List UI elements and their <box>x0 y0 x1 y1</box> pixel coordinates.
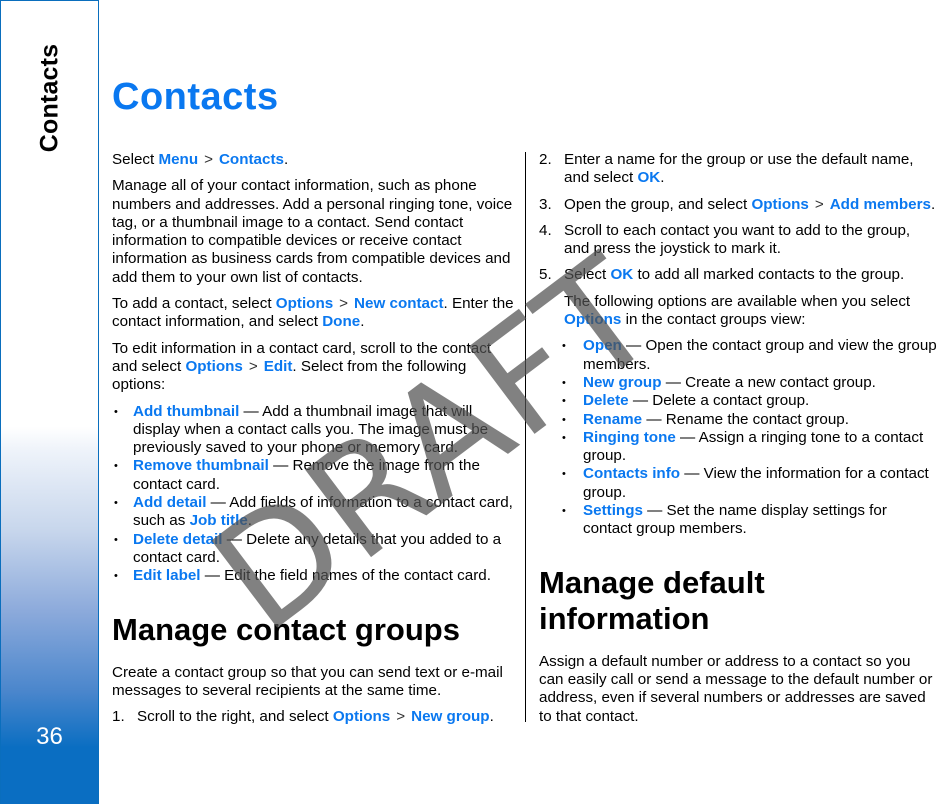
list-item: Ringing tone — Assign a ringing tone to … <box>539 429 939 466</box>
left-column: Select Menu > Contacts. Manage all of your… <box>112 151 520 734</box>
done-link[interactable]: Done <box>322 313 360 330</box>
new-contact-link[interactable]: New contact <box>354 295 443 312</box>
options-link[interactable]: Options <box>751 196 808 213</box>
text: . <box>930 195 936 213</box>
list-item: Delete detail — Delete any details that … <box>112 531 520 568</box>
text: — Create a new contact group. <box>661 373 876 391</box>
text: to add all marked contacts to the group. <box>633 266 905 284</box>
path-separator: > <box>248 357 258 375</box>
right-column: 2. Enter a name for the group or use the … <box>539 151 939 734</box>
menu-link[interactable]: Menu <box>158 151 198 168</box>
edit-label-link[interactable]: Edit label <box>133 567 201 584</box>
rename-link[interactable]: Rename <box>583 411 642 428</box>
step-number: 4. <box>539 221 552 239</box>
text: . <box>247 512 253 530</box>
add-detail-link[interactable]: Add detail <box>133 494 206 511</box>
chapter-label: Contacts <box>35 43 64 153</box>
step-number: 1. <box>112 708 125 726</box>
path-separator: > <box>396 708 406 726</box>
open-link[interactable]: Open <box>583 337 622 354</box>
step-item: 3. Open the group, and select Options > Add… <box>539 196 939 214</box>
text: — Rename the contact group. <box>642 410 849 428</box>
text: Open the group, and select <box>564 195 752 213</box>
list-item: Rename — Rename the contact group. <box>539 410 939 430</box>
options-link[interactable]: Options <box>333 708 390 725</box>
ringing-tone-link[interactable]: Ringing tone <box>583 429 676 446</box>
path-separator: > <box>204 151 213 168</box>
remove-thumbnail-link[interactable]: Remove thumbnail <box>133 457 269 474</box>
contacts-info-link[interactable]: Contacts info <box>583 465 680 482</box>
options-link[interactable]: Options <box>276 295 333 312</box>
text: Select <box>564 266 611 284</box>
list-item: Remove thumbnail — Remove the image from… <box>112 457 520 494</box>
edit-contact-paragraph: To edit information in a contact card, s… <box>112 340 520 395</box>
contact-groups-intro: Create a contact group so that you can s… <box>112 663 503 699</box>
step-item: 1. Scroll to the right, and select Option… <box>112 708 520 726</box>
step-number: 5. <box>539 266 552 284</box>
path-separator: > <box>339 295 349 313</box>
section-heading-default-info: Manage default information <box>539 564 765 636</box>
list-item: Contacts info — View the information for… <box>539 465 939 502</box>
text: Enter a name for the group or use the de… <box>564 151 914 187</box>
chapter-sidebar: Contacts 36 <box>0 0 99 804</box>
text: Select <box>112 151 159 168</box>
delete-detail-link[interactable]: Delete detail <box>133 531 222 548</box>
ok-link[interactable]: OK <box>610 266 633 283</box>
default-info-paragraph: Assign a default number or address to a … <box>539 652 933 725</box>
settings-link[interactable]: Settings <box>583 502 643 519</box>
step-item: 5. Select OK to add all marked contacts t… <box>539 266 939 284</box>
text: . <box>489 708 494 726</box>
text: — Open the contact group and view the gr… <box>583 337 937 373</box>
step-number: 3. <box>539 195 552 213</box>
ok-link[interactable]: OK <box>637 169 660 186</box>
list-item: New group — Create a new contact group. <box>539 373 939 393</box>
step-item: 2. Enter a name for the group or use the … <box>539 151 939 188</box>
text: To add a contact, select <box>112 295 276 313</box>
list-item: Settings — Set the name display settings… <box>539 502 939 539</box>
add-contact-paragraph: To add a contact, select Options > New con… <box>112 295 520 332</box>
text: . <box>360 313 365 331</box>
new-group-link[interactable]: New group <box>411 708 489 725</box>
add-thumbnail-link[interactable]: Add thumbnail <box>133 403 239 420</box>
list-item: Add detail — Add fields of information t… <box>112 494 520 531</box>
text: — Edit the field names of the contact ca… <box>200 567 491 585</box>
list-item: Delete — Delete a contact group. <box>539 392 939 411</box>
contacts-link[interactable]: Contacts <box>219 151 284 168</box>
text: . <box>660 169 665 187</box>
job-title-link[interactable]: Job title <box>190 512 248 529</box>
overview-paragraph: Manage all of your contact information, … <box>112 177 513 286</box>
text: The following options are available when… <box>564 292 911 310</box>
section-heading-contact-groups: Manage contact groups <box>112 611 460 647</box>
group-options-list: Open — Open the contact group and view t… <box>539 337 939 538</box>
list-item: Edit label — Edit the field names of the… <box>112 567 520 586</box>
edit-options-list: Add thumbnail — Add a thumbnail image th… <box>112 403 520 586</box>
edit-link[interactable]: Edit <box>264 358 293 375</box>
list-item: Open — Open the contact group and view t… <box>539 337 939 374</box>
options-link[interactable]: Options <box>564 311 621 328</box>
group-options-intro: The following options are available when… <box>539 293 939 330</box>
intro-paragraph: Select Menu > Contacts. <box>112 151 520 169</box>
add-members-link[interactable]: Add members <box>830 196 931 213</box>
new-group-link[interactable]: New group <box>583 374 661 391</box>
column-divider <box>525 152 526 722</box>
page-number: 36 <box>36 723 63 750</box>
group-steps-list: 1. Scroll to the right, and select Option… <box>112 708 520 726</box>
options-link[interactable]: Options <box>185 358 242 375</box>
path-separator: > <box>814 195 824 213</box>
text: in the contact groups view: <box>621 311 806 329</box>
delete-link[interactable]: Delete <box>583 392 629 409</box>
text: Scroll to the right, and select <box>137 708 333 726</box>
text: Scroll to each contact you want to add t… <box>564 221 911 258</box>
page-title: Contacts <box>112 76 279 118</box>
group-steps-list-continued: 2. Enter a name for the group or use the … <box>539 151 939 285</box>
list-item: Add thumbnail — Add a thumbnail image th… <box>112 403 520 458</box>
step-number: 2. <box>539 151 552 168</box>
text: — Delete a contact group. <box>628 392 810 410</box>
text: . <box>283 151 289 168</box>
step-item: 4. Scroll to each contact you want to add… <box>539 222 939 259</box>
